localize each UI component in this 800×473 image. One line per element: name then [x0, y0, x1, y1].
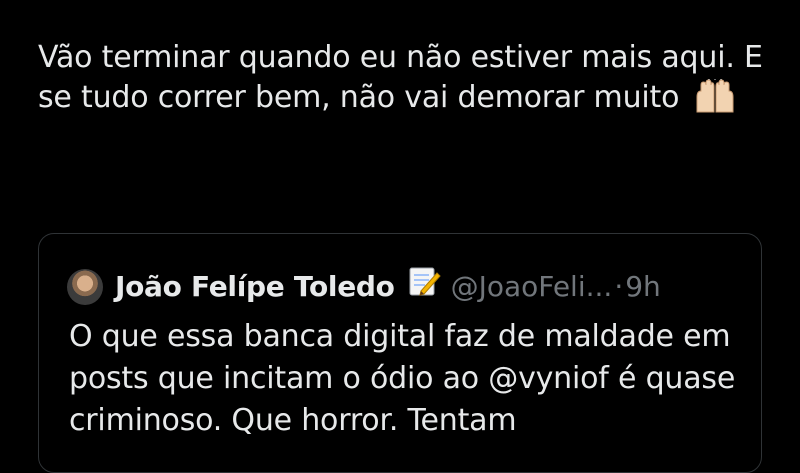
avatar[interactable] — [67, 268, 103, 305]
tweet-text: Vão terminar quando eu não estiver mais … — [38, 38, 768, 124]
quoted-tweet-header: João Felípe Toledo @JoaoFeli... · 9h — [67, 264, 661, 309]
raising-hands-icon — [693, 75, 737, 124]
post-time[interactable]: 9h — [625, 267, 661, 307]
author-name[interactable]: João Felípe Toledo — [115, 267, 395, 307]
quoted-tweet-card[interactable]: João Felípe Toledo @JoaoFeli... · 9h O q… — [38, 233, 762, 473]
separator-dot: · — [614, 269, 624, 303]
author-handle[interactable]: @JoaoFeli... — [451, 267, 613, 307]
tweet-body: Vão terminar quando eu não estiver mais … — [38, 40, 763, 115]
memo-icon — [407, 264, 441, 309]
quoted-tweet-text: O que essa banca digital faz de maldade … — [69, 319, 736, 438]
